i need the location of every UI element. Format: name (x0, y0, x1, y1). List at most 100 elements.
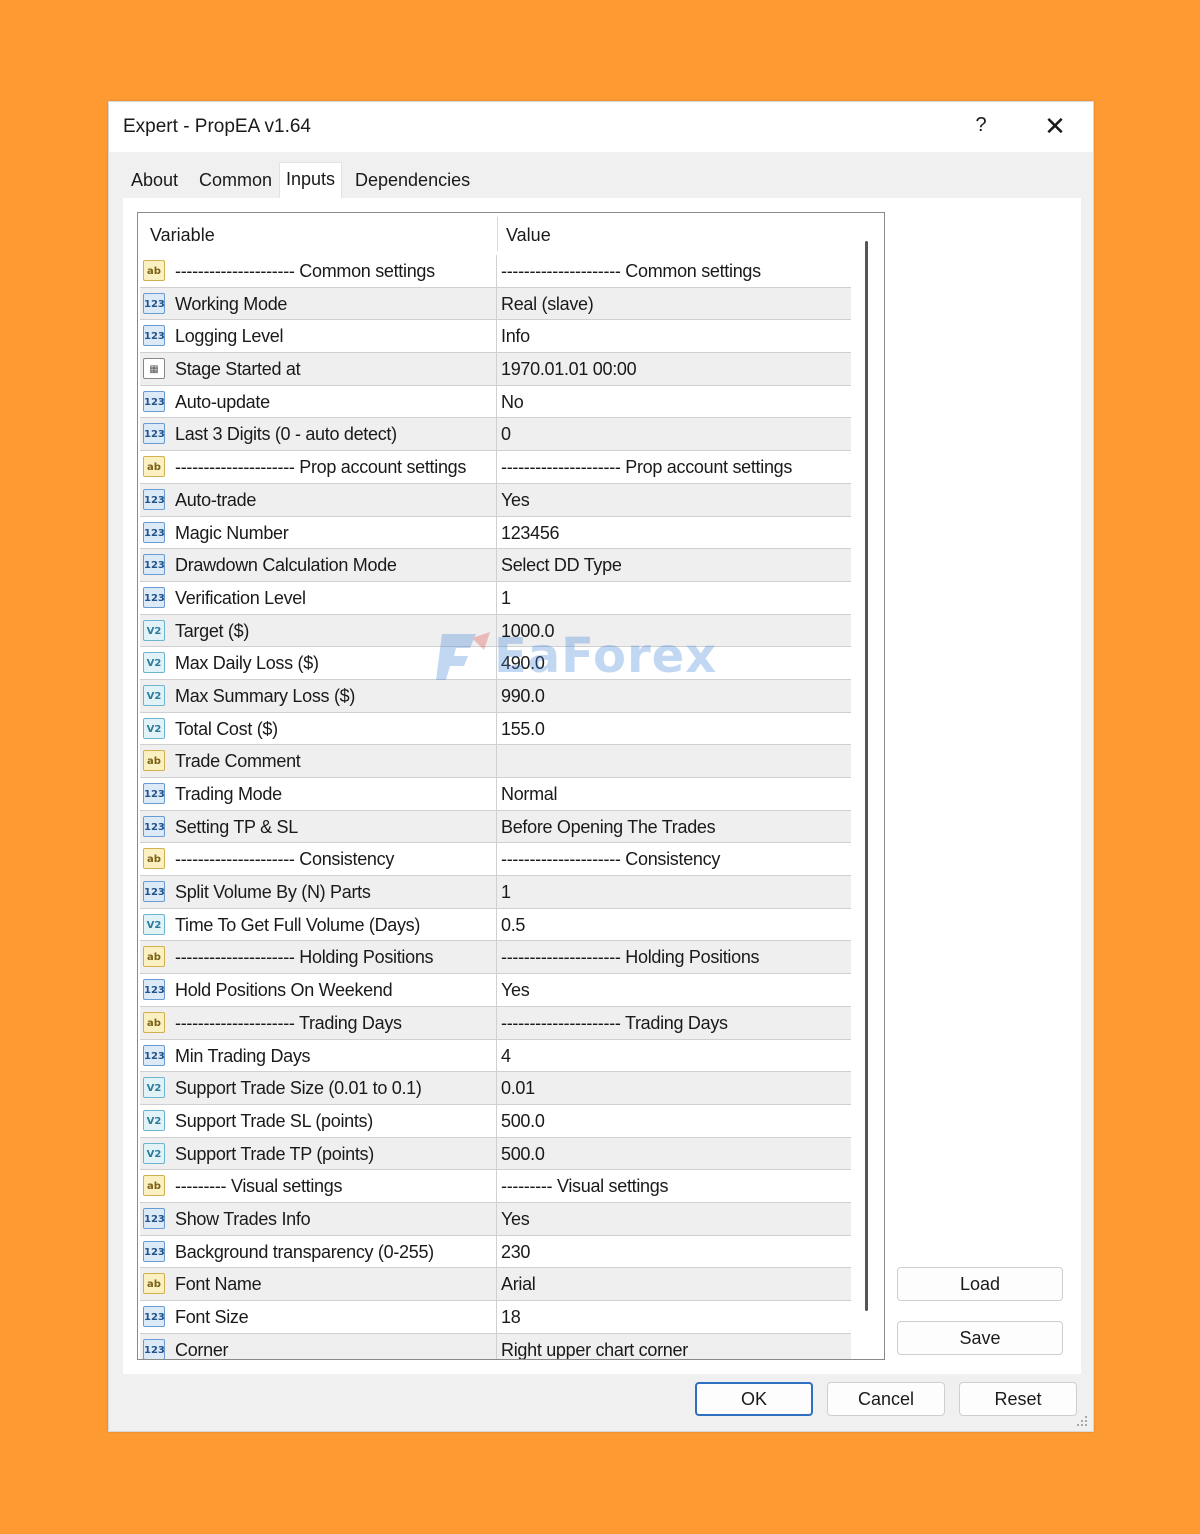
integer-type-icon: 123 (143, 488, 165, 510)
help-button[interactable]: ? (971, 114, 991, 140)
tab-common[interactable]: Common (199, 170, 272, 191)
scrollbar-thumb[interactable] (865, 241, 868, 1311)
variable-value[interactable]: 1000.0 (501, 621, 555, 642)
column-separator[interactable] (497, 217, 498, 251)
table-row[interactable]: 123 Magic Number 123456 (140, 516, 851, 550)
table-row[interactable]: V2 Target ($) 1000.0 (140, 614, 851, 648)
cell-separator (496, 1268, 497, 1300)
table-row[interactable]: ab Trade Comment (140, 745, 851, 778)
table-row[interactable]: 123 Split Volume By (N) Parts 1 (140, 876, 851, 909)
table-row[interactable]: ab --------------------- Common settings -… (140, 255, 851, 288)
double-type-icon: V2 (143, 652, 165, 674)
variable-value[interactable]: 990.0 (501, 686, 545, 707)
table-row[interactable]: ab --------------------- Trading Days ----… (140, 1006, 851, 1040)
column-header-value[interactable]: Value (506, 225, 551, 246)
table-row[interactable]: 123 Show Trades Info Yes (140, 1202, 851, 1236)
variable-value[interactable]: Right upper chart corner (501, 1340, 688, 1359)
table-row[interactable]: 123 Trading Mode Normal (140, 778, 851, 811)
table-row[interactable]: V2 Time To Get Full Volume (Days) 0.5 (140, 908, 851, 942)
variable-value[interactable]: 18 (501, 1307, 521, 1328)
cell-separator (496, 1039, 497, 1072)
tab-bar: About Common Inputs Dependencies (109, 152, 1093, 198)
reset-button[interactable]: Reset (959, 1382, 1077, 1416)
string-type-icon: ab (143, 848, 165, 870)
tab-about[interactable]: About (131, 170, 178, 191)
table-row[interactable]: 123 Auto-trade Yes (140, 483, 851, 517)
variable-value[interactable]: --------------------- Common settings (501, 261, 761, 282)
variable-value[interactable]: 155.0 (501, 719, 545, 740)
table-row[interactable]: ab --------------------- Consistency -----… (140, 843, 851, 877)
variable-value[interactable]: 0 (501, 424, 511, 445)
load-button[interactable]: Load (897, 1267, 1063, 1301)
table-row[interactable]: ab --------------------- Prop account set… (140, 451, 851, 484)
table-row[interactable]: 123 Auto-update No (140, 385, 851, 419)
column-header-variable[interactable]: Variable (150, 225, 215, 246)
variable-value[interactable]: 230 (501, 1242, 530, 1263)
variable-value[interactable]: 1 (501, 882, 511, 903)
variable-value[interactable]: 0.01 (501, 1078, 535, 1099)
variable-value[interactable]: --------------------- Prop account setti… (501, 457, 792, 478)
table-row[interactable]: V2 Max Daily Loss ($) 490.0 (140, 647, 851, 680)
variable-value[interactable]: Yes (501, 980, 530, 1001)
table-row[interactable]: V2 Support Trade Size (0.01 to 0.1) 0.01 (140, 1072, 851, 1105)
table-row[interactable]: V2 Max Summary Loss ($) 990.0 (140, 679, 851, 713)
vertical-scrollbar[interactable] (851, 213, 882, 1359)
variable-value[interactable]: --------------------- Consistency (501, 849, 720, 870)
save-button[interactable]: Save (897, 1321, 1063, 1355)
variable-value[interactable]: Before Opening The Trades (501, 817, 716, 838)
variable-value[interactable]: 500.0 (501, 1144, 545, 1165)
table-row[interactable]: 123 Verification Level 1 (140, 581, 851, 615)
variable-value[interactable]: No (501, 392, 524, 413)
table-row[interactable]: 123 Setting TP & SL Before Opening The Tra… (140, 810, 851, 844)
table-row[interactable]: 123 Background transparency (0-255) 230 (140, 1235, 851, 1269)
tab-inputs[interactable]: Inputs (279, 162, 343, 198)
variable-value[interactable]: --------- Visual settings (501, 1176, 668, 1197)
variable-value[interactable]: 0.5 (501, 915, 525, 936)
variable-value[interactable]: 123456 (501, 523, 560, 544)
table-row[interactable]: 123 Logging Level Info (140, 320, 851, 354)
variable-value[interactable]: --------------------- Holding Positions (501, 947, 760, 968)
table-row[interactable]: 123 Last 3 Digits (0 - auto detect) 0 (140, 418, 851, 452)
close-icon[interactable]: ✕ (1039, 110, 1071, 142)
table-row[interactable]: 123 Corner Right upper chart corner (140, 1333, 851, 1360)
table-row[interactable]: 123 Hold Positions On Weekend Yes (140, 974, 851, 1007)
variable-value[interactable]: 490.0 (501, 653, 545, 674)
inputs-grid[interactable]: Variable Value ab --------------------- C… (137, 212, 885, 1360)
table-row[interactable]: 123 Font Size 18 (140, 1301, 851, 1334)
variable-value[interactable]: Info (501, 326, 530, 347)
table-row[interactable]: ab --------------------- Holding Position… (140, 941, 851, 975)
variable-name: Max Summary Loss ($) (175, 685, 356, 706)
variable-value[interactable]: --------------------- Trading Days (501, 1013, 728, 1034)
table-row[interactable]: 123 Min Trading Days 4 (140, 1039, 851, 1073)
tab-dependencies[interactable]: Dependencies (355, 170, 470, 191)
double-type-icon: V2 (143, 1077, 165, 1099)
variable-value[interactable]: 1970.01.01 00:00 (501, 359, 637, 380)
variable-value[interactable]: Select DD Type (501, 555, 622, 576)
table-row[interactable]: 123 Drawdown Calculation Mode Select DD Ty… (140, 549, 851, 582)
resize-grip-icon[interactable] (1073, 1412, 1089, 1428)
variable-name: Min Trading Days (175, 1045, 311, 1066)
ok-button[interactable]: OK (695, 1382, 813, 1416)
title-bar[interactable]: Expert - PropEA v1.64 ? ✕ (109, 102, 1093, 152)
table-row[interactable]: ab --------- Visual settings --------- Vis… (140, 1170, 851, 1203)
variable-value[interactable]: 1 (501, 588, 511, 609)
variable-value[interactable]: Real (slave) (501, 294, 594, 315)
variable-name: Show Trades Info (175, 1208, 311, 1229)
cancel-button[interactable]: Cancel (827, 1382, 945, 1416)
variable-value[interactable]: Arial (501, 1274, 536, 1295)
cell-separator (496, 745, 497, 777)
variable-value[interactable]: Normal (501, 784, 558, 805)
variable-value[interactable]: Yes (501, 490, 530, 511)
table-row[interactable]: V2 Support Trade SL (points) 500.0 (140, 1104, 851, 1138)
table-row[interactable]: 123 Working Mode Real (slave) (140, 287, 851, 321)
table-row[interactable]: V2 Total Cost ($) 155.0 (140, 712, 851, 746)
table-row[interactable]: ▦ Stage Started at 1970.01.01 00:00 (140, 353, 851, 386)
variable-name: Corner (175, 1339, 229, 1360)
table-row[interactable]: ab Font Name Arial (140, 1268, 851, 1301)
variable-value[interactable]: 4 (501, 1046, 511, 1067)
table-row[interactable]: V2 Support Trade TP (points) 500.0 (140, 1137, 851, 1171)
cell-separator (496, 549, 497, 581)
variable-value[interactable]: Yes (501, 1209, 530, 1230)
double-type-icon: V2 (143, 717, 165, 739)
variable-value[interactable]: 500.0 (501, 1111, 545, 1132)
